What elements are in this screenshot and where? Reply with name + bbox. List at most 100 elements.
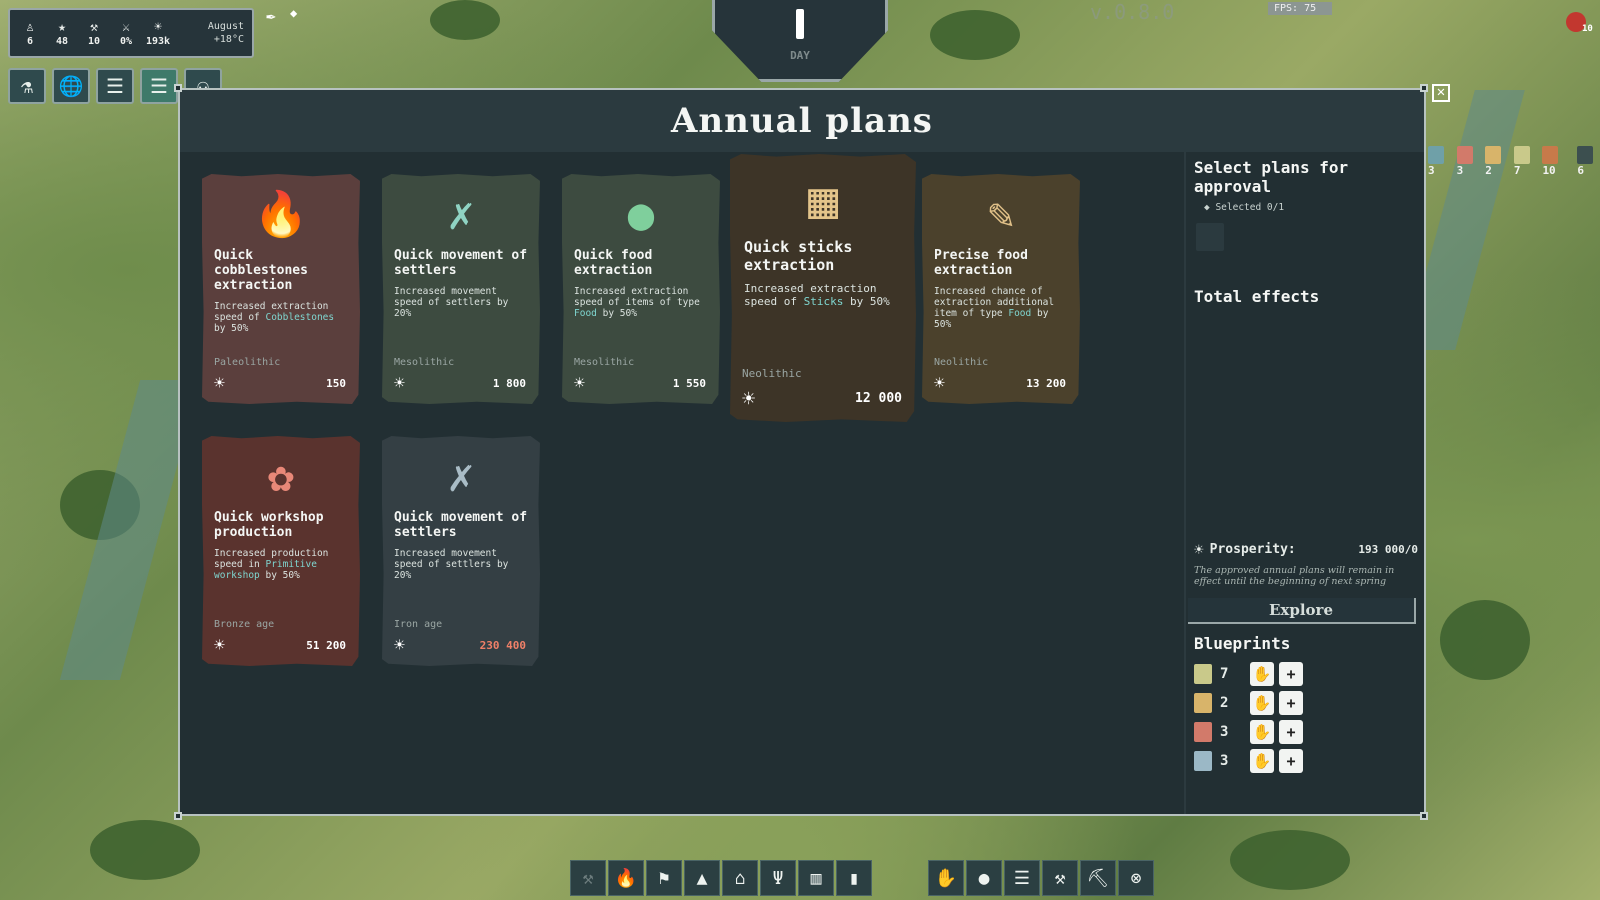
- hand-button[interactable]: ✋: [1250, 719, 1274, 744]
- blueprint-icon: [1577, 146, 1594, 164]
- plan-desc-highlight: Sticks: [803, 295, 844, 308]
- plan-desc-effect: 20%: [394, 308, 412, 319]
- stack-icon[interactable]: ☰: [1004, 860, 1040, 896]
- dialog-title: Annual plans: [671, 101, 933, 141]
- antler-icon[interactable]: Ψ: [760, 860, 796, 896]
- dialog-corner: [174, 84, 182, 92]
- add-button[interactable]: +: [1279, 661, 1303, 686]
- plan-card[interactable]: ✗ Quick movement of settlers Increased m…: [382, 174, 540, 404]
- blueprint-count: 3: [1220, 723, 1229, 740]
- blueprint-icon: [1542, 146, 1559, 164]
- blueprint-count: 7: [1220, 665, 1229, 682]
- resource-badge[interactable]: 2: [1485, 146, 1508, 177]
- hut-icon[interactable]: ⌂: [722, 860, 758, 896]
- plan-era: Neolithic: [742, 367, 802, 380]
- selected-count-text: Selected 0/1: [1215, 202, 1285, 213]
- blueprint-count: 3: [1220, 752, 1229, 769]
- day-label: DAY: [790, 49, 810, 62]
- selected-plan-slot[interactable]: [1196, 223, 1224, 251]
- close-button[interactable]: ✕: [1432, 84, 1450, 102]
- plans-sidebar: Select plans for approval ◆ Selected 0/1…: [1184, 152, 1424, 814]
- tent-icon[interactable]: ▲: [684, 860, 720, 896]
- badge-count: 2: [1485, 164, 1492, 177]
- plan-card[interactable]: ✗ Quick movement of settlers Increased m…: [382, 436, 540, 666]
- plan-desc-effect: by 50%: [259, 570, 300, 581]
- plan-title: Quick cobblestones extraction: [214, 248, 308, 293]
- sun-icon: ☀: [214, 373, 225, 394]
- sticks-icon: ▦: [807, 171, 839, 229]
- flag-icon[interactable]: ⚑: [646, 860, 682, 896]
- badge-count: 6: [1577, 164, 1585, 177]
- dialog-corner: [1420, 812, 1428, 820]
- plan-title: Quick movement of settlers: [394, 510, 528, 540]
- stat-item: ⚔ 0%: [114, 20, 138, 47]
- tree: [430, 0, 500, 40]
- stat-item: ☀ 193k: [146, 20, 170, 47]
- explore-button[interactable]: Explore: [1188, 598, 1416, 624]
- hand-button[interactable]: ✋: [1250, 748, 1274, 773]
- prosperity-label: Prosperity:: [1209, 542, 1296, 557]
- plan-cost: 51 200: [306, 639, 346, 652]
- add-button[interactable]: +: [1279, 748, 1303, 773]
- scroll-icon[interactable]: ☰: [96, 68, 134, 104]
- blueprints-block: Blueprints 7 ✋ + 2 ✋ + 3 ✋ + 3 ✋ +: [1194, 634, 1418, 775]
- bottom-action-bar: ✋ ● ☰ ⚒ ⛏ ⊗: [928, 860, 1154, 896]
- plan-card[interactable]: ✎ Precise food extraction Increased chan…: [922, 174, 1080, 404]
- fence-icon[interactable]: ▮: [836, 860, 872, 896]
- stat-item: ♙ 6: [18, 20, 42, 47]
- fire-icon[interactable]: 🔥: [608, 860, 644, 896]
- resource-badges: 3 3 2 7 10 6: [1428, 146, 1600, 177]
- tree: [1230, 830, 1350, 890]
- stat-value: 0%: [119, 35, 133, 47]
- sun-icon: ☀: [214, 635, 225, 656]
- cancel-icon[interactable]: ⊗: [1118, 860, 1154, 896]
- add-button[interactable]: +: [1279, 719, 1303, 744]
- stat-value: 193k: [145, 35, 171, 47]
- dialog-corner: [1420, 84, 1428, 92]
- day-indicator: DAY: [712, 0, 888, 82]
- leaf-axe-icon: ✎: [987, 188, 1015, 240]
- stat-value: 10: [87, 35, 101, 47]
- total-effects-title: Total effects: [1194, 287, 1320, 306]
- tool-icon[interactable]: ⚒: [1042, 860, 1078, 896]
- research-icon[interactable]: ⚗: [8, 68, 46, 104]
- fps-counter: FPS: 75: [1268, 2, 1332, 15]
- storage-icon[interactable]: ▥: [798, 860, 834, 896]
- blueprint-row: 3 ✋ +: [1194, 746, 1418, 775]
- plan-desc-effect: by 50%: [843, 295, 890, 308]
- hand-icon[interactable]: ✋: [928, 860, 964, 896]
- temperature-label: +18°C: [213, 34, 244, 45]
- resource-badge[interactable]: 7: [1513, 146, 1537, 177]
- plan-title: Quick workshop production: [214, 510, 324, 540]
- plan-cost: 1 550: [672, 377, 706, 390]
- plan-cost: 13 200: [1026, 377, 1066, 390]
- hand-button[interactable]: ✋: [1250, 661, 1274, 686]
- plan-description: Increased movement speed of settlers by …: [394, 548, 528, 581]
- add-button[interactable]: +: [1279, 690, 1303, 715]
- selected-count: ◆ Selected 0/1: [1204, 202, 1285, 213]
- sun-icon: ☀: [394, 635, 405, 656]
- resource-badge[interactable]: 3: [1428, 146, 1451, 177]
- tree: [90, 820, 200, 880]
- prosperity-value: 193 000/0: [1358, 543, 1418, 556]
- badge-count: 7: [1513, 164, 1521, 177]
- month-label: August: [207, 21, 244, 32]
- plans-icon[interactable]: ☰: [140, 68, 178, 104]
- date-display: August +18°C: [208, 20, 244, 46]
- hammer-icon[interactable]: ⚒: [570, 860, 606, 896]
- plan-card[interactable]: ▦ Quick sticks extraction Increased extr…: [730, 154, 916, 422]
- plan-card[interactable]: ✿ Quick workshop production Increased pr…: [202, 436, 360, 666]
- plan-card[interactable]: 🔥 Quick cobblestones extraction Increase…: [202, 174, 360, 404]
- globe-icon[interactable]: 🌐: [52, 68, 90, 104]
- plan-card[interactable]: ● Quick food extraction Increased extrac…: [562, 174, 720, 404]
- quill-icon[interactable]: ✒: [266, 6, 276, 25]
- version-label: v.0.8.0: [1090, 0, 1175, 24]
- hand-button[interactable]: ✋: [1250, 690, 1274, 715]
- resource-badge[interactable]: 3: [1456, 146, 1480, 177]
- plan-description: Increased extraction speed of Sticks by …: [744, 282, 902, 308]
- apple-icon[interactable]: ●: [966, 860, 1002, 896]
- resource-badge[interactable]: 10: [1542, 146, 1571, 177]
- plan-desc-text: Increased movement speed of settlers by: [394, 286, 509, 308]
- resource-badge[interactable]: 6: [1577, 146, 1600, 177]
- pickaxe-icon[interactable]: ⛏: [1080, 860, 1116, 896]
